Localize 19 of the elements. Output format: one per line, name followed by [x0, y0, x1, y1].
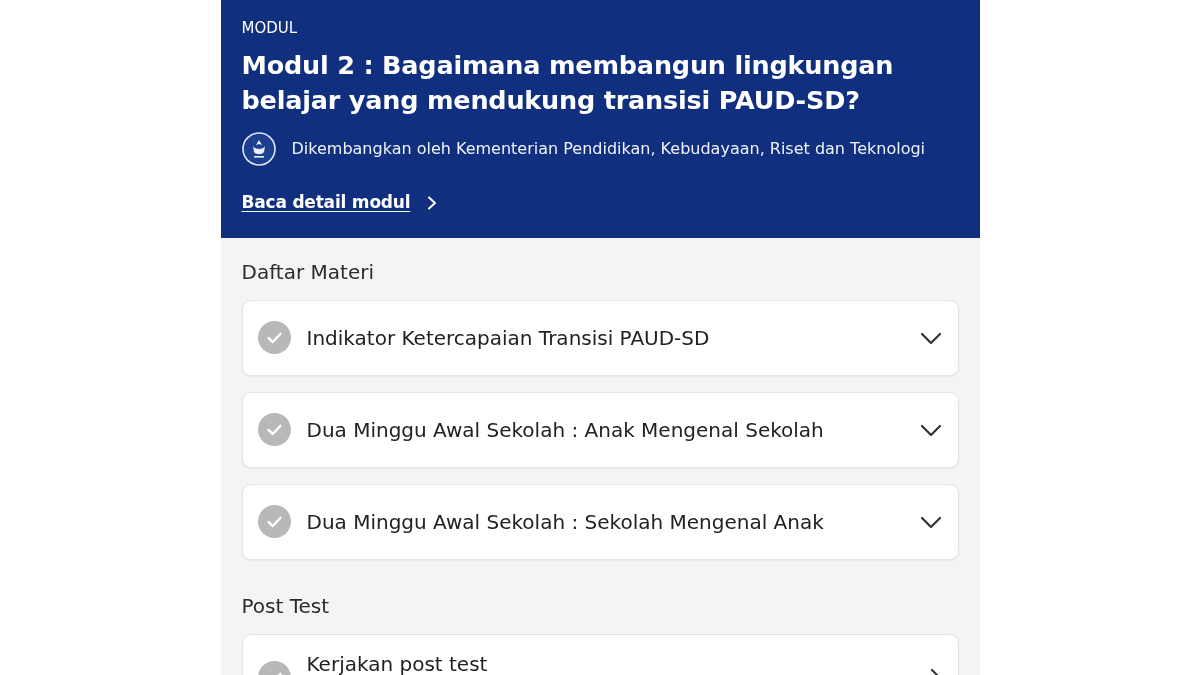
section-title: Daftar Materi — [241, 259, 375, 284]
section-title: Post Test — [241, 593, 331, 618]
chevron-down-icon[interactable] — [919, 330, 942, 345]
lesson-card[interactable]: Dua Minggu Awal Sekolah : Sekolah Mengenal Anak — [241, 483, 959, 560]
developer-text: Dikembangkan oleh Kementerian Pendidikan, Kebudayaan, Riset dan Teknologi — [291, 139, 926, 159]
chevron-down-icon[interactable] — [919, 514, 942, 529]
item-title: Dua Minggu Awal Sekolah : Sekolah Mengenal Anak — [306, 509, 824, 534]
item-title: Kerjakan post test — [306, 651, 488, 675]
lesson-card[interactable]: Dua Minggu Awal Sekolah : Anak Mengenal Sekolah — [241, 391, 959, 468]
lesson-card[interactable]: Indikator Ketercapaian Transisi PAUD-SD — [241, 299, 959, 376]
test-card[interactable]: Kerjakan post test — [241, 633, 959, 675]
logo-icon — [241, 132, 276, 166]
module-label: MODUL — [241, 19, 299, 37]
item-title: Indikator Ketercapaian Transisi PAUD-SD — [306, 325, 710, 350]
detail-link[interactable]: Baca detail modul — [241, 190, 411, 216]
item-title: Dua Minggu Awal Sekolah : Anak Mengenal Sekolah — [306, 417, 824, 442]
module-title: Modul 2 : Bagaimana membangun lingkungan belajar yang mendukung transisi PAUD-SD? — [241, 49, 895, 117]
chevron-right-icon[interactable] — [426, 195, 439, 210]
chevron-down-icon[interactable] — [919, 422, 942, 437]
